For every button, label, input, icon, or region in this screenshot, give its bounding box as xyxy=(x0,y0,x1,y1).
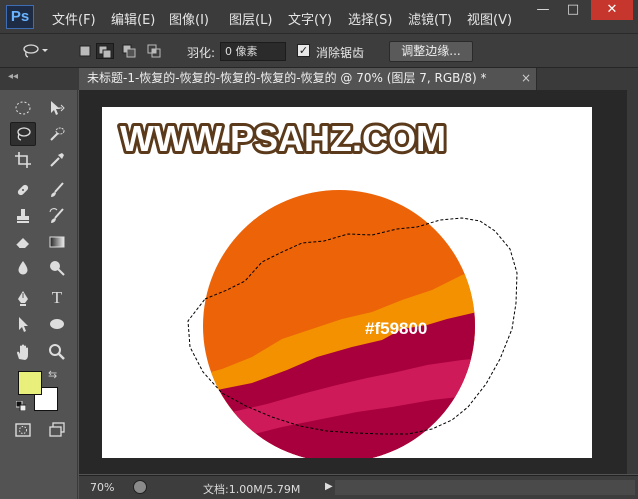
eyedropper-tool-icon[interactable] xyxy=(44,148,70,172)
default-colors-icon[interactable] xyxy=(15,400,27,412)
status-info-icon[interactable] xyxy=(133,480,147,494)
lasso-preset-icon[interactable] xyxy=(22,43,48,59)
zoom-tool-icon[interactable] xyxy=(44,340,70,364)
restore-button[interactable]: □ xyxy=(558,0,588,20)
artwork: WWW.PSAHZ.COM WWW.PSAHZ.COM #f59800 xyxy=(117,115,518,462)
history-brush-tool-icon[interactable] xyxy=(44,204,70,228)
menu-file[interactable]: 文件(F) xyxy=(52,9,96,28)
swap-colors-icon[interactable]: ⇆ xyxy=(48,368,57,381)
menu-bar: Ps 文件(F) 编辑(E) 图像(I) 图层(L) 文字(Y) 选择(S) 滤… xyxy=(0,0,638,34)
menu-layer[interactable]: 图层(L) xyxy=(229,9,272,28)
minimize-button[interactable]: — xyxy=(528,0,558,20)
status-menu-arrow-icon[interactable]: ▶ xyxy=(325,481,333,492)
move-tool-icon[interactable] xyxy=(44,96,70,120)
eraser-tool-icon[interactable] xyxy=(10,230,36,254)
pen-tool-icon[interactable] xyxy=(10,286,36,310)
ellipse-tool-icon[interactable] xyxy=(44,312,70,336)
gradient-tool-icon[interactable] xyxy=(44,230,70,254)
feather-label: 羽化: xyxy=(187,46,216,60)
document-tab-title: 未标题-1-恢复的-恢复的-恢复的-恢复的-恢复的 @ 70% (图层 7, R… xyxy=(87,71,487,85)
quick-mask-icon[interactable] xyxy=(10,418,36,442)
type-tool-icon[interactable]: T xyxy=(44,286,70,310)
vertical-scrollbar[interactable] xyxy=(627,90,638,474)
tools-panel: T ⇆ xyxy=(0,90,78,499)
menu-edit[interactable]: 编辑(E) xyxy=(111,9,155,28)
document-canvas[interactable]: WWW.PSAHZ.COM WWW.PSAHZ.COM #f59800 xyxy=(102,107,592,462)
add-selection-icon[interactable] xyxy=(96,43,114,59)
horizontal-scrollbar[interactable] xyxy=(335,480,635,495)
blur-tool-icon[interactable] xyxy=(10,256,36,280)
watermark-text: WWW.PSAHZ.COM xyxy=(120,118,446,159)
lasso-tool-icon[interactable] xyxy=(10,122,36,146)
antialias-label: 消除锯齿 xyxy=(316,46,365,60)
marquee-tool-icon[interactable] xyxy=(10,96,36,120)
options-bar: 羽化: 0 像素 ✓ 消除锯齿 调整边缘... xyxy=(0,34,638,68)
new-selection-icon[interactable] xyxy=(77,43,95,59)
photoshop-logo: Ps xyxy=(6,5,34,29)
screen-mode-icon[interactable] xyxy=(44,418,70,442)
menu-type[interactable]: 文字(Y) xyxy=(288,9,332,28)
subtract-selection-icon[interactable] xyxy=(121,43,139,59)
antialias-checkbox[interactable]: ✓ xyxy=(297,44,310,57)
menu-view[interactable]: 视图(V) xyxy=(467,9,512,28)
quick-selection-tool-icon[interactable] xyxy=(44,122,70,146)
path-selection-tool-icon[interactable] xyxy=(10,312,36,336)
document-tab-bar: ◂◂ 未标题-1-恢复的-恢复的-恢复的-恢复的-恢复的 @ 70% (图层 7… xyxy=(0,68,638,90)
menu-select[interactable]: 选择(S) xyxy=(348,9,392,28)
clone-stamp-tool-icon[interactable] xyxy=(10,204,36,228)
document-size-info: 文档:1.00M/5.79M xyxy=(203,483,301,496)
foreground-color-swatch[interactable] xyxy=(18,371,42,395)
close-button[interactable]: ✕ xyxy=(591,0,633,20)
hand-tool-icon[interactable] xyxy=(10,340,36,364)
zoom-readout[interactable]: 70% xyxy=(90,481,114,494)
collapse-panel-icon[interactable]: ◂◂ xyxy=(8,71,18,82)
crop-tool-icon[interactable] xyxy=(10,148,36,172)
tab-close-icon[interactable]: × xyxy=(521,71,531,85)
brush-tool-icon[interactable] xyxy=(44,178,70,202)
menu-image[interactable]: 图像(I) xyxy=(169,9,209,28)
document-tab[interactable]: 未标题-1-恢复的-恢复的-恢复的-恢复的-恢复的 @ 70% (图层 7, R… xyxy=(79,68,537,90)
healing-brush-tool-icon[interactable] xyxy=(10,178,36,202)
intersect-selection-icon[interactable] xyxy=(146,43,164,59)
menu-filter[interactable]: 滤镜(T) xyxy=(408,9,452,28)
feather-input[interactable]: 0 像素 xyxy=(220,42,286,61)
refine-edge-button[interactable]: 调整边缘... xyxy=(389,41,473,62)
color-hex-label: #f59800 xyxy=(365,319,427,338)
dodge-tool-icon[interactable] xyxy=(44,256,70,280)
status-bar: 70% 文档:1.00M/5.79M ▶ xyxy=(79,475,638,499)
